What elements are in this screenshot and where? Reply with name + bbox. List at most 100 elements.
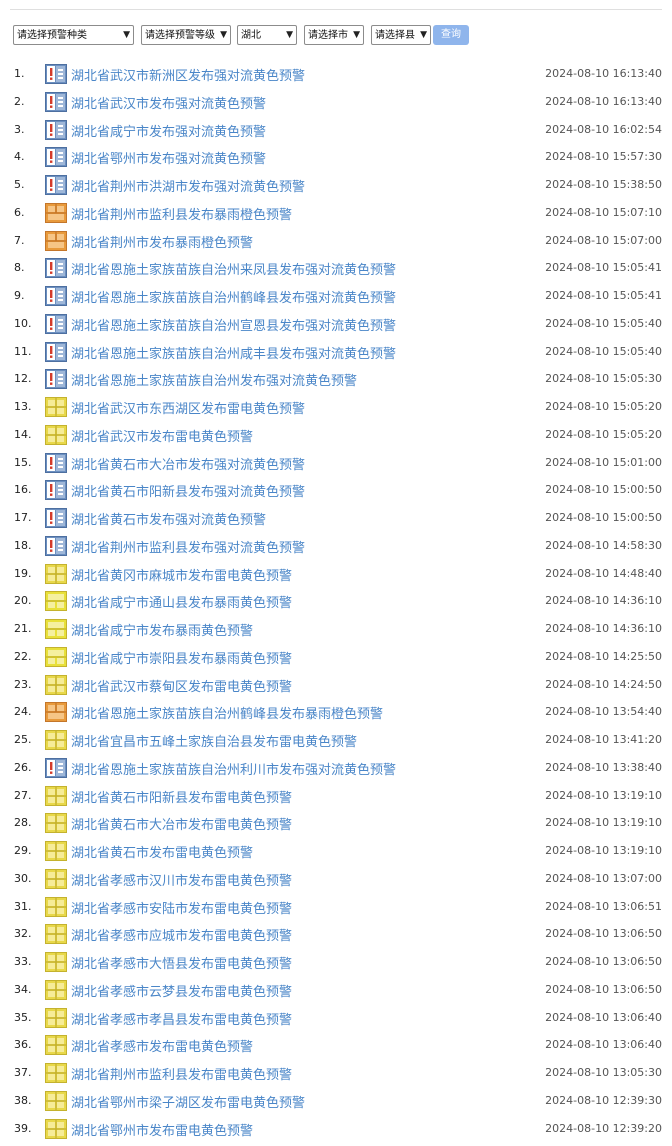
alert-title-link[interactable]: 湖北省武汉市发布雷电黄色预警 xyxy=(71,426,253,445)
query-button[interactable]: 查询 xyxy=(433,25,469,45)
thunder-yellow-alert-icon xyxy=(45,869,67,889)
city-select[interactable]: 请选择市 ▼ xyxy=(304,25,364,45)
alert-timestamp: 2024-08-10 14:58:30 xyxy=(545,539,662,552)
alert-title-link[interactable]: 湖北省黄石市阳新县发布强对流黄色预警 xyxy=(71,481,305,500)
alert-title-link[interactable]: 湖北省武汉市新洲区发布强对流黄色预警 xyxy=(71,65,305,84)
alert-title-link[interactable]: 湖北省咸宁市崇阳县发布暴雨黄色预警 xyxy=(71,648,292,667)
rainstorm-orange-alert-icon xyxy=(45,702,67,722)
alert-timestamp: 2024-08-10 13:41:20 xyxy=(545,733,662,746)
alert-index: 24. xyxy=(14,705,32,718)
alert-index: 7. xyxy=(14,234,25,247)
alert-title-link[interactable]: 湖北省黄石市发布强对流黄色预警 xyxy=(71,509,266,528)
alert-title-link[interactable]: 湖北省孝感市应城市发布雷电黄色预警 xyxy=(71,925,292,944)
alert-type-select-value: 请选择预警种类 xyxy=(17,30,87,41)
alert-timestamp: 2024-08-10 14:48:40 xyxy=(545,567,662,580)
chevron-down-icon: ▼ xyxy=(353,26,360,45)
alert-title-link[interactable]: 湖北省孝感市汉川市发布雷电黄色预警 xyxy=(71,870,292,889)
alert-title-link[interactable]: 湖北省荆州市洪湖市发布强对流黄色预警 xyxy=(71,176,305,195)
alert-title-link[interactable]: 湖北省荆州市监利县发布强对流黄色预警 xyxy=(71,537,305,556)
alert-title-link[interactable]: 湖北省孝感市云梦县发布雷电黄色预警 xyxy=(71,981,292,1000)
alert-timestamp: 2024-08-10 13:19:10 xyxy=(545,844,662,857)
alert-index: 39. xyxy=(14,1122,32,1135)
thunder-yellow-alert-icon xyxy=(45,1119,67,1139)
alert-row: 20. 湖北省咸宁市通山县发布暴雨黄色预警 2024-08-10 14:36:10 xyxy=(0,591,672,619)
thunder-yellow-alert-icon xyxy=(45,397,67,417)
alert-timestamp: 2024-08-10 13:06:50 xyxy=(545,983,662,996)
alert-row: 21.湖北省咸宁市发布暴雨黄色预警2024-08-10 14:36:10 xyxy=(0,619,672,647)
alert-title-link[interactable]: 湖北省荆州市发布暴雨橙色预警 xyxy=(71,232,253,251)
thunder-yellow-alert-icon xyxy=(45,813,67,833)
alert-title-link[interactable]: 湖北省武汉市发布强对流黄色预警 xyxy=(71,93,266,112)
alert-index: 35. xyxy=(14,1011,32,1024)
alert-title-link[interactable]: 湖北省孝感市孝昌县发布雷电黄色预警 xyxy=(71,1009,292,1028)
alert-title-link[interactable]: 湖北省鄂州市梁子湖区发布雷电黄色预警 xyxy=(71,1092,305,1111)
alert-timestamp: 2024-08-10 15:05:20 xyxy=(545,400,662,413)
city-select-value: 请选择市 xyxy=(308,30,348,41)
alert-title-link[interactable]: 湖北省孝感市发布雷电黄色预警 xyxy=(71,1036,253,1055)
alert-title-link[interactable]: 湖北省黄冈市麻城市发布雷电黄色预警 xyxy=(71,565,292,584)
alert-title-link[interactable]: 湖北省武汉市东西湖区发布雷电黄色预警 xyxy=(71,398,305,417)
alert-title-link[interactable]: 湖北省黄石市阳新县发布雷电黄色预警 xyxy=(71,787,292,806)
alert-title-link[interactable]: 湖北省黄石市大冶市发布雷电黄色预警 xyxy=(71,814,292,833)
alert-timestamp: 2024-08-10 14:25:50 xyxy=(545,650,662,663)
alert-row: 39.湖北省鄂州市发布雷电黄色预警2024-08-10 12:39:20 xyxy=(0,1119,672,1146)
alert-index: 13. xyxy=(14,400,32,413)
alert-index: 2. xyxy=(14,95,25,108)
alert-title-link[interactable]: 湖北省武汉市蔡甸区发布雷电黄色预警 xyxy=(71,676,292,695)
alert-index: 20. xyxy=(14,594,32,607)
alert-title-link[interactable]: 湖北省黄石市发布雷电黄色预警 xyxy=(71,842,253,861)
alert-index: 34. xyxy=(14,983,32,996)
alert-level-select[interactable]: 请选择预警等级 ▼ xyxy=(141,25,231,45)
alert-row: 9.湖北省恩施土家族苗族自治州鹤峰县发布强对流黄色预警2024-08-10 15… xyxy=(0,286,672,314)
alert-index: 33. xyxy=(14,955,32,968)
alert-title-link[interactable]: 湖北省鄂州市发布雷电黄色预警 xyxy=(71,1120,253,1139)
alert-title-link[interactable]: 湖北省咸宁市发布强对流黄色预警 xyxy=(71,121,266,140)
alert-title-link[interactable]: 湖北省宜昌市五峰土家族自治县发布雷电黄色预警 xyxy=(71,731,357,750)
alert-timestamp: 2024-08-10 14:36:10 xyxy=(545,594,662,607)
alert-row: 33.湖北省孝感市大悟县发布雷电黄色预警2024-08-10 13:06:50 xyxy=(0,952,672,980)
alert-title-link[interactable]: 湖北省恩施土家族苗族自治州咸丰县发布强对流黄色预警 xyxy=(71,343,396,362)
alert-index: 8. xyxy=(14,261,25,274)
alert-title-link[interactable]: 湖北省恩施土家族苗族自治州鹤峰县发布强对流黄色预警 xyxy=(71,287,396,306)
county-select[interactable]: 请选择县 ▼ xyxy=(371,25,431,45)
alert-index: 38. xyxy=(14,1094,32,1107)
thunder-yellow-alert-icon xyxy=(45,1091,67,1111)
alert-row: 34. 湖北省孝感市云梦县发布雷电黄色预警 2024-08-10 13:06:50 xyxy=(0,980,672,1008)
convection-blue-alert-icon xyxy=(45,64,67,84)
alert-index: 18. xyxy=(14,539,32,552)
alert-row: 17.湖北省黄石市发布强对流黄色预警2024-08-10 15:00:50 xyxy=(0,508,672,536)
alert-title-link[interactable]: 湖北省鄂州市发布强对流黄色预警 xyxy=(71,148,266,167)
alert-timestamp: 2024-08-10 15:05:20 xyxy=(545,428,662,441)
alert-title-link[interactable]: 湖北省恩施土家族苗族自治州鹤峰县发布暴雨橙色预警 xyxy=(71,703,383,722)
thunder-yellow-alert-icon xyxy=(45,1035,67,1055)
alert-title-link[interactable]: 湖北省咸宁市发布暴雨黄色预警 xyxy=(71,620,253,639)
alert-index: 4. xyxy=(14,150,25,163)
alert-title-link[interactable]: 湖北省咸宁市通山县发布暴雨黄色预警 xyxy=(71,592,292,611)
alert-title-link[interactable]: 湖北省孝感市大悟县发布雷电黄色预警 xyxy=(71,953,292,972)
alert-type-select[interactable]: 请选择预警种类 ▼ xyxy=(13,25,134,45)
rainstorm-yellow-alert-icon xyxy=(45,647,67,667)
province-select[interactable]: 湖北 ▼ xyxy=(237,25,297,45)
alert-title-link[interactable]: 湖北省恩施土家族苗族自治州发布强对流黄色预警 xyxy=(71,370,357,389)
alert-title-link[interactable]: 湖北省恩施土家族苗族自治州宣恩县发布强对流黄色预警 xyxy=(71,315,396,334)
alert-title-link[interactable]: 湖北省黄石市大冶市发布强对流黄色预警 xyxy=(71,454,305,473)
thunder-yellow-alert-icon xyxy=(45,897,67,917)
alert-timestamp: 2024-08-10 13:06:50 xyxy=(545,927,662,940)
convection-blue-alert-icon xyxy=(45,342,67,362)
alert-title-link[interactable]: 湖北省荆州市监利县发布暴雨橙色预警 xyxy=(71,204,292,223)
alert-title-link[interactable]: 湖北省恩施土家族苗族自治州来凤县发布强对流黄色预警 xyxy=(71,259,396,278)
rainstorm-orange-alert-icon xyxy=(45,231,67,251)
alert-timestamp: 2024-08-10 14:36:10 xyxy=(545,622,662,635)
alert-row: 37.湖北省荆州市监利县发布雷电黄色预警2024-08-10 13:05:30 xyxy=(0,1063,672,1091)
alert-index: 6. xyxy=(14,206,25,219)
alert-timestamp: 2024-08-10 13:19:10 xyxy=(545,789,662,802)
rainstorm-orange-alert-icon xyxy=(45,203,67,223)
alert-index: 12. xyxy=(14,372,32,385)
alert-title-link[interactable]: 湖北省孝感市安陆市发布雷电黄色预警 xyxy=(71,898,292,917)
alert-title-link[interactable]: 湖北省恩施土家族苗族自治州利川市发布强对流黄色预警 xyxy=(71,759,396,778)
alert-row: 36.湖北省孝感市发布雷电黄色预警2024-08-10 13:06:40 xyxy=(0,1035,672,1063)
alert-title-link[interactable]: 湖北省荆州市监利县发布雷电黄色预警 xyxy=(71,1064,292,1083)
alert-timestamp: 2024-08-10 13:05:30 xyxy=(545,1066,662,1079)
alert-row: 29.湖北省黄石市发布雷电黄色预警2024-08-10 13:19:10 xyxy=(0,841,672,869)
alert-timestamp: 2024-08-10 15:05:40 xyxy=(545,345,662,358)
